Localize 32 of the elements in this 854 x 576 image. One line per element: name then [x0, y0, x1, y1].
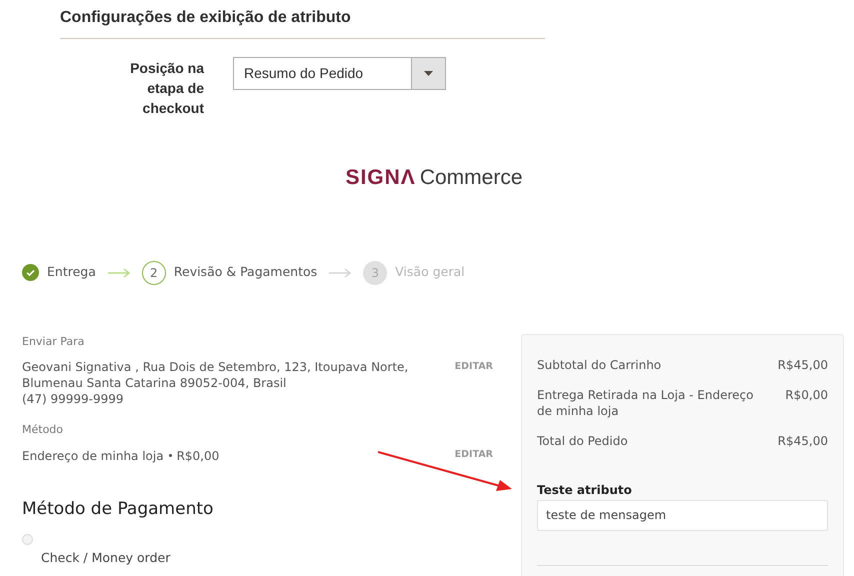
shipping-price: R$0,00 [176, 448, 220, 464]
caret-icon [424, 71, 433, 76]
summary-value: R$0,00 [785, 386, 828, 404]
summary-label: Entrega Retirada na Loja - Endereço de minha loja [537, 386, 754, 418]
field-label: Teste atributo [537, 482, 633, 498]
section-title: Configurações de exibição de atributo [60, 8, 352, 28]
logo-text: Commerce [420, 165, 523, 191]
step-label: Revisão & Pagamentos [174, 263, 318, 282]
field-label: Posição na etapa de checkout [129, 59, 204, 118]
step-number: 3 [363, 260, 388, 284]
shipping-method: Endereço de minha loja [22, 448, 164, 464]
summary-label: Subtotal do Carrinho [537, 356, 662, 372]
payment-option-label: Check / Money order [41, 549, 172, 567]
summary-value: R$45,00 [778, 356, 828, 372]
bullet-icon [168, 454, 172, 457]
radio-button[interactable] [22, 534, 33, 545]
step-label: Entrega [47, 263, 96, 282]
summary-label: Total do Pedido [537, 432, 629, 448]
summary-value: R$45,00 [778, 432, 828, 448]
address-line: (47) 99999-9999 [22, 391, 124, 407]
section-label: Método [22, 422, 64, 438]
section-label: Enviar Para [22, 334, 86, 350]
section-heading: Método de Pagamento [22, 498, 214, 520]
step-number: 2 [142, 260, 166, 284]
logo-brand: SIGNΛ [345, 165, 416, 191]
input-field[interactable]: teste de mensagem [537, 500, 828, 530]
select-field[interactable]: Resumo do Pedido [233, 57, 446, 90]
address-line: Blumenau Santa Catarina 89052-004, Brasil [22, 375, 288, 391]
arrow-icon [108, 268, 130, 278]
arrow-icon [329, 268, 352, 278]
address-line: Geovani Signativa , Rua Dois de Setembro, 123, Itoupava Norte, [22, 359, 408, 375]
step-label: Visão geral [395, 263, 465, 282]
